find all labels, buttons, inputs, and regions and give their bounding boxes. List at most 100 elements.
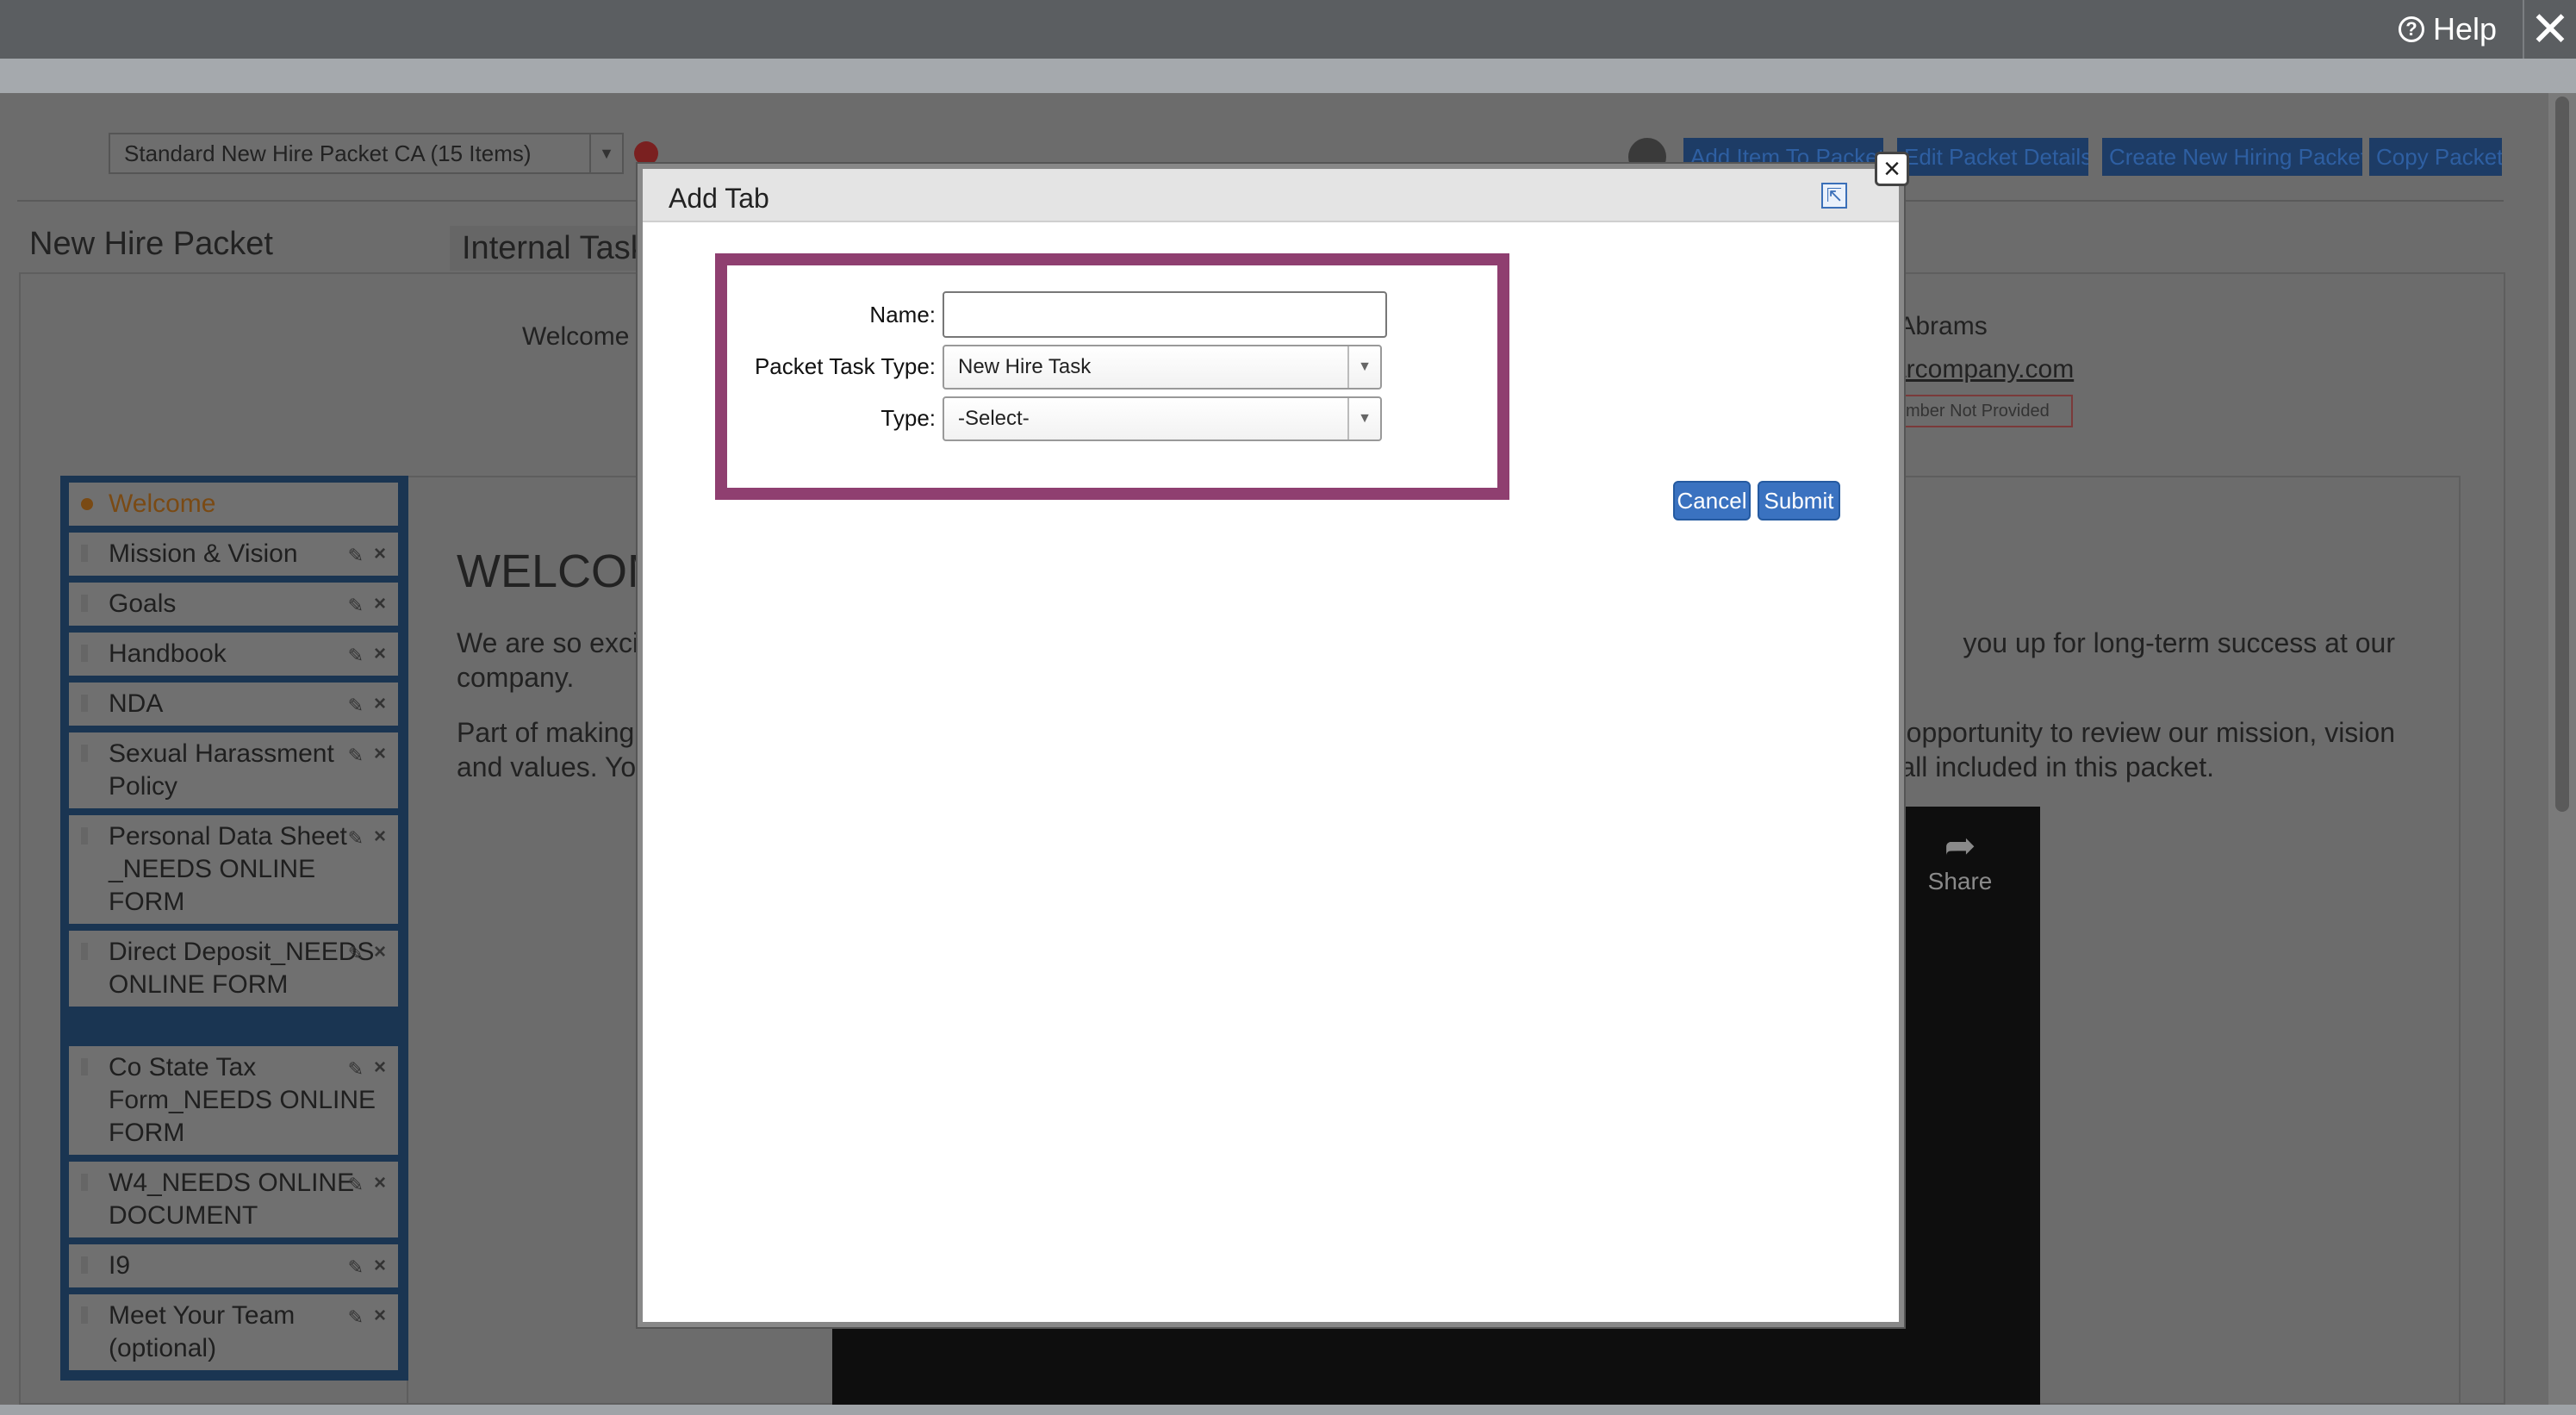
employee-email-link[interactable]: arcompany.com	[1892, 355, 2074, 384]
copy-packet-button[interactable]: Copy Packet	[2369, 138, 2502, 176]
sidebar-item-nda[interactable]: NDA ✎ ×	[69, 683, 398, 726]
sidebar-item-label: Goals	[109, 589, 177, 618]
packet-task-type-value: New Hire Task	[958, 355, 1092, 378]
scrollbar-thumb[interactable]	[2555, 97, 2569, 812]
type-select[interactable]: -Select- ▼	[943, 396, 1382, 441]
para2-line2-left: and values. You	[457, 751, 651, 782]
delete-icon[interactable]: ×	[374, 538, 386, 570]
page-title: New Hire Packet	[29, 226, 273, 262]
drag-handle-icon[interactable]	[81, 545, 88, 562]
sidebar-item-personal-data[interactable]: Personal Data Sheet _NEEDS ONLINE FORM ✎ ×	[69, 815, 398, 924]
bottom-strip	[0, 1405, 2576, 1415]
packet-task-type-select[interactable]: New Hire Task ▼	[943, 345, 1382, 390]
delete-icon[interactable]: ×	[374, 588, 386, 620]
pencil-icon[interactable]: ✎	[348, 1301, 364, 1334]
content-heading: WELCOM	[457, 545, 666, 597]
chevron-down-icon: ▼	[589, 134, 622, 172]
pencil-icon[interactable]: ✎	[348, 938, 364, 970]
top-bar	[0, 0, 2576, 59]
delete-icon[interactable]: ×	[374, 820, 386, 853]
cancel-button[interactable]: Cancel	[1673, 481, 1751, 520]
sidebar-item-label: I9	[109, 1251, 131, 1280]
delete-icon[interactable]: ×	[374, 936, 386, 969]
share-label: Share	[1927, 868, 1993, 895]
delete-icon[interactable]: ×	[374, 638, 386, 670]
name-label: Name:	[869, 302, 936, 327]
sidebar-item-label: Handbook	[109, 639, 227, 668]
para2-left: Part of making	[457, 717, 635, 748]
drag-handle-icon[interactable]	[81, 1306, 88, 1324]
sidebar-item-i9[interactable]: I9 ✎ ×	[69, 1244, 398, 1287]
sidebar-item-welcome[interactable]: Welcome	[69, 483, 398, 526]
submit-button[interactable]: Submit	[1758, 481, 1840, 520]
para2-line2-right: all included in this packet.	[1900, 751, 2214, 782]
drag-handle-icon[interactable]	[81, 943, 88, 960]
pencil-icon[interactable]: ✎	[348, 1053, 364, 1086]
name-input[interactable]	[943, 291, 1387, 338]
chevron-down-icon: ▼	[1347, 398, 1380, 439]
welcome-label: Welcome	[522, 322, 630, 351]
drag-handle-icon[interactable]	[81, 1174, 88, 1191]
drag-handle-icon[interactable]	[81, 595, 88, 612]
drag-handle-icon[interactable]	[81, 827, 88, 845]
sidebar-item-meet-team[interactable]: Meet Your Team (optional) ✎ ×	[69, 1294, 398, 1370]
packet-select[interactable]: Standard New Hire Packet CA (15 Items) ▼	[109, 133, 624, 174]
type-value: -Select-	[958, 407, 1030, 430]
sidebar-item-mission-vision[interactable]: Mission & Vision ✎ ×	[69, 533, 398, 576]
remove-packet-icon[interactable]	[634, 141, 658, 165]
sidebar-item-label: Sexual Harassment Policy	[109, 739, 334, 801]
para1-right: you up for long-term success at our	[1963, 627, 2395, 658]
create-hiring-packet-button[interactable]: Create New Hiring Packet	[2102, 138, 2362, 176]
help-label: Help	[2432, 11, 2497, 47]
delete-icon[interactable]: ×	[374, 688, 386, 720]
sidebar-item-direct-deposit[interactable]: Direct Deposit_NEEDS ONLINE FORM ✎ ×	[69, 931, 398, 1007]
sidebar-item-sexual-harassment[interactable]: Sexual Harassment Policy ✎ ×	[69, 732, 398, 808]
drag-handle-icon[interactable]	[81, 695, 88, 712]
delete-icon[interactable]: ×	[374, 738, 386, 770]
dialog-header: Add Tab ⇱	[643, 169, 1899, 222]
sidebar-item-w4[interactable]: W4_NEEDS ONLINE DOCUMENT ✎ ×	[69, 1162, 398, 1237]
sidebar-item-handbook[interactable]: Handbook ✎ ×	[69, 633, 398, 676]
sidebar: Welcome Mission & Vision ✎ × Goals ✎ × Handb…	[60, 476, 408, 1381]
drag-handle-icon[interactable]	[81, 498, 93, 510]
pencil-icon[interactable]: ✎	[348, 539, 364, 572]
sidebar-item-label: Direct Deposit_NEEDS ONLINE FORM	[109, 938, 375, 999]
help-button[interactable]: ? Help	[2398, 0, 2497, 59]
share-button[interactable]: ➦ Share	[1895, 824, 2025, 895]
sidebar-item-label: NDA	[109, 689, 164, 718]
pencil-icon[interactable]: ✎	[348, 822, 364, 855]
pencil-icon[interactable]: ✎	[348, 589, 364, 622]
phone-status-badge: mber Not Provided	[1892, 395, 2073, 427]
chevron-down-icon: ▼	[1347, 346, 1380, 388]
close-icon[interactable]: ✕	[2524, 0, 2576, 59]
share-icon: ➦	[1944, 825, 1976, 867]
dialog-close-icon[interactable]: ×	[1875, 152, 1909, 186]
sidebar-item-label: Mission & Vision	[109, 539, 298, 568]
tab-internal-task[interactable]: Internal Task	[450, 226, 639, 271]
pencil-icon[interactable]: ✎	[348, 1251, 364, 1284]
para2-right: opportunity to review our mission, visio…	[1906, 717, 2395, 748]
type-label: Type:	[880, 405, 936, 431]
sidebar-item-goals[interactable]: Goals ✎ ×	[69, 583, 398, 626]
pencil-icon[interactable]: ✎	[348, 689, 364, 722]
delete-icon[interactable]: ×	[374, 1051, 386, 1084]
delete-icon[interactable]: ×	[374, 1250, 386, 1282]
pencil-icon[interactable]: ✎	[348, 739, 364, 772]
sidebar-item-label: Welcome	[109, 489, 216, 518]
drag-handle-icon[interactable]	[81, 1256, 88, 1274]
sidebar-item-label: Personal Data Sheet _NEEDS ONLINE FORM	[109, 822, 347, 916]
edit-packet-details-button[interactable]: Edit Packet Details	[1897, 138, 2088, 176]
sidebar-item-label: Meet Your Team (optional)	[109, 1301, 296, 1362]
pencil-icon[interactable]: ✎	[348, 639, 364, 672]
drag-handle-icon[interactable]	[81, 745, 88, 762]
delete-icon[interactable]: ×	[374, 1167, 386, 1200]
pencil-icon[interactable]: ✎	[348, 1169, 364, 1201]
sidebar-item-label: Co State Tax Form_NEEDS ONLINE FORM	[109, 1053, 376, 1147]
maximize-icon[interactable]: ⇱	[1821, 183, 1847, 209]
drag-handle-icon[interactable]	[81, 1058, 88, 1075]
drag-handle-icon[interactable]	[81, 645, 88, 662]
delete-icon[interactable]: ×	[374, 1300, 386, 1332]
sidebar-item-co-state-tax[interactable]: Co State Tax Form_NEEDS ONLINE FORM ✎ ×	[69, 1046, 398, 1155]
packet-task-type-label: Packet Task Type:	[754, 353, 936, 379]
header-strip	[0, 59, 2576, 93]
